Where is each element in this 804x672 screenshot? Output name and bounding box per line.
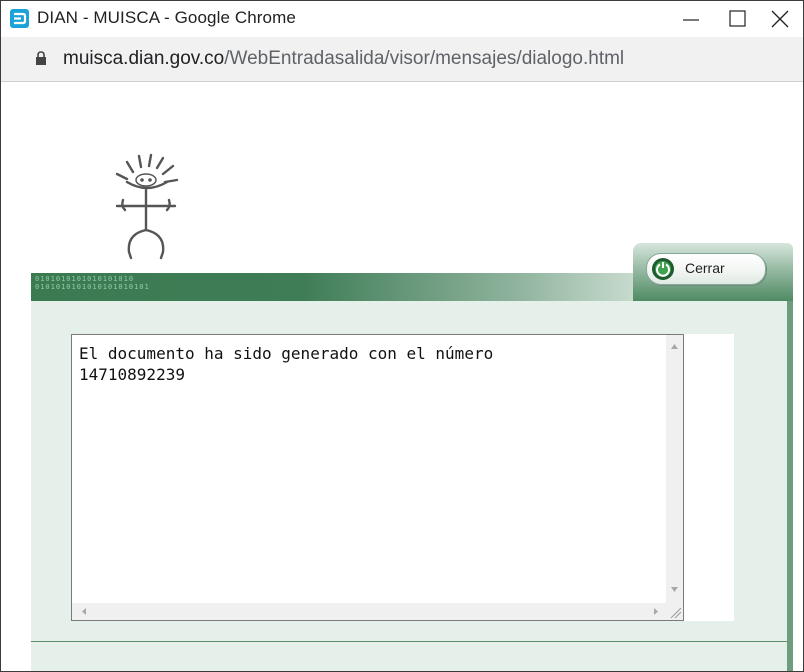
window-title: DIAN - MUISCA - Google Chrome	[37, 8, 296, 27]
panel-divider	[31, 641, 787, 642]
page-content: 0101010101010101010 01010101010101010101…	[1, 82, 803, 671]
muisca-figure-logo	[115, 153, 179, 260]
message-panel: El documento ha sido generado con el núm…	[31, 301, 793, 671]
band-binary-text: 0101010101010101010 01010101010101010101…	[35, 275, 150, 291]
cerrar-label: Cerrar	[685, 260, 725, 276]
url-host: muisca.dian.gov.co	[63, 48, 225, 69]
message-textarea[interactable]: El documento ha sido generado con el núm…	[71, 334, 684, 621]
band-digits-line2: 0101010101010101010101	[35, 283, 150, 291]
url-text[interactable]: muisca.dian.gov.co/WebEntradasalida/viso…	[63, 48, 624, 70]
address-bar[interactable]: muisca.dian.gov.co/WebEntradasalida/viso…	[1, 37, 803, 82]
message-text: El documento ha sido generado con el núm…	[79, 343, 649, 385]
vertical-scrollbar[interactable]	[666, 335, 683, 603]
close-window-button[interactable]	[757, 1, 803, 37]
minimize-button[interactable]	[669, 1, 715, 37]
scroll-arrows-icon	[671, 344, 678, 592]
band-digits-line1: 0101010101010101010	[35, 275, 135, 283]
message-line-1: El documento ha sido generado con el núm…	[79, 344, 494, 363]
resize-grip-icon	[670, 607, 682, 619]
maximize-button[interactable]	[715, 1, 761, 37]
power-icon	[652, 258, 674, 280]
lock-icon	[36, 51, 46, 65]
decorative-green-band: 0101010101010101010 01010101010101010101…	[31, 273, 637, 301]
resize-grip[interactable]	[666, 603, 683, 620]
browser-window: DIAN - MUISCA - Google Chrome muisca.dia…	[0, 0, 804, 672]
minimize-icon	[683, 19, 699, 21]
app-icon	[10, 9, 29, 28]
title-bar: DIAN - MUISCA - Google Chrome	[1, 1, 803, 37]
panel-white-strip	[683, 334, 734, 621]
close-icon	[771, 10, 789, 28]
cerrar-button[interactable]: Cerrar	[646, 253, 766, 285]
panel-right-border	[787, 301, 793, 671]
url-path: /WebEntradasalida/visor/mensajes/dialogo…	[224, 48, 625, 69]
horizontal-scrollbar[interactable]	[72, 603, 666, 620]
message-number: 14710892239	[79, 365, 185, 384]
maximize-icon	[729, 10, 746, 27]
scroll-arrows-horizontal-icon	[82, 608, 658, 615]
